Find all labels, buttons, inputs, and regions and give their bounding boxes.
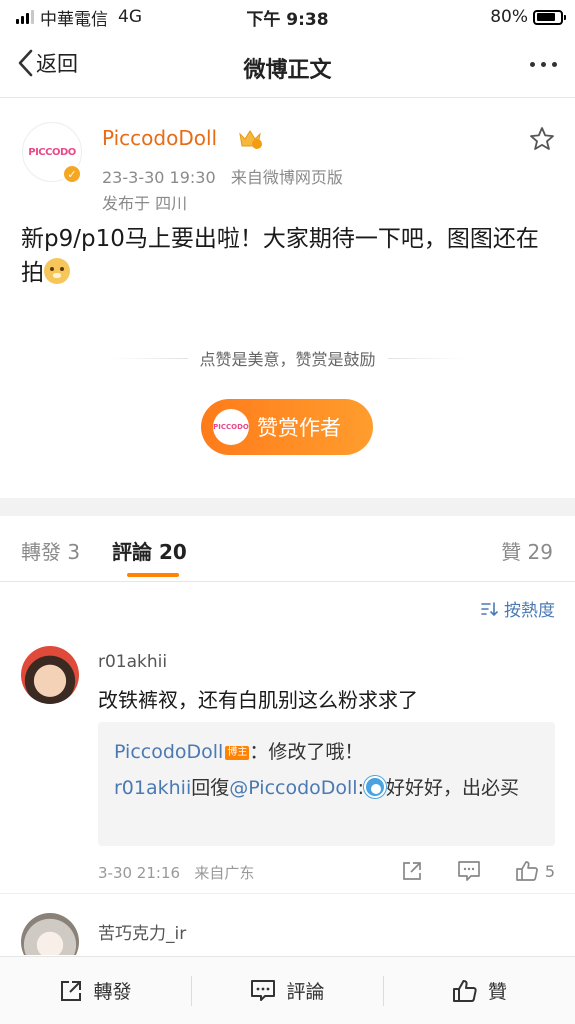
engagement-tabs: 轉發 3 評論 20 贊 29: [0, 516, 575, 582]
commenter-name[interactable]: 苦巧克力_ir: [98, 919, 186, 944]
author-name[interactable]: PiccodoDoll: [102, 126, 217, 150]
post-meta: 23-3-30 19:30 来自微博网页版: [102, 164, 343, 188]
comment-item: r01akhii 改铁裤衩，还有白肌别这么粉求求了 PiccodoDoll 博主：…: [0, 632, 575, 894]
comment-like-button[interactable]: 5: [515, 860, 555, 882]
bottom-action-bar: 轉發 評論 贊: [0, 956, 575, 1024]
reward-button-label: 赞赏作者: [257, 416, 341, 440]
comment-label: 評論: [286, 981, 325, 1003]
comment-reply-button[interactable]: [457, 860, 481, 882]
reply-author[interactable]: PiccodoDoll: [114, 741, 223, 763]
reward-tagline: 点赞是美意，赞赏是鼓励: [110, 346, 466, 370]
tab-reposts-label: 轉發: [21, 540, 61, 564]
commenter-avatar[interactable]: [21, 646, 79, 704]
comment-button[interactable]: 評論: [192, 957, 383, 1024]
network-type: 4G: [118, 7, 142, 27]
post-source: 来自微博网页版: [230, 168, 343, 187]
like-label: 贊: [487, 981, 507, 1003]
active-tab-indicator: [127, 573, 179, 577]
comment-meta: 3-30 21:16 来自广东: [98, 862, 254, 883]
comment-actions: 5: [401, 860, 555, 882]
comment-icon: [457, 861, 480, 881]
reply-line-1: PiccodoDoll 博主 ：修改了哦！: [114, 734, 539, 770]
comment-text: 改铁裤衩，还有白肌别这么粉求求了: [98, 688, 418, 712]
status-bar: 中華電信 4G 下午 9:38 80%: [0, 0, 575, 34]
tab-likes[interactable]: 贊 29: [501, 536, 553, 565]
battery-icon: [533, 9, 566, 25]
post-body: 新p9/p10马上要出啦！大家期待一下吧，图图还在拍: [21, 222, 551, 290]
verified-badge-icon: ✓: [62, 164, 82, 184]
favorite-star-button[interactable]: [529, 126, 555, 156]
back-label: 返回: [36, 52, 78, 76]
tab-likes-label: 贊: [501, 540, 522, 564]
post-timestamp: 23-3-30 19:30: [102, 168, 216, 187]
sort-by-hotness-button[interactable]: 按熱度: [480, 596, 555, 621]
comment-item: 苦巧克力_ir: [0, 895, 575, 955]
thread-text: 好好好，出必买: [386, 777, 520, 799]
post: PICCODO ✓ PiccodoDoll 23-3-30 19:30 来自微博…: [0, 98, 575, 498]
section-divider: [0, 498, 575, 516]
reward-tagline-text: 点赞是美意，赞赏是鼓励: [199, 350, 376, 369]
repost-button[interactable]: 轉發: [0, 957, 191, 1024]
reply-thread[interactable]: PiccodoDoll 博主 ：修改了哦！ r01akhii回復@PiccodoDo…: [98, 722, 555, 846]
reward-author-button[interactable]: PICCODO 赞赏作者: [201, 399, 373, 455]
share-icon: [402, 862, 421, 880]
carrier-name: 中華電信: [40, 9, 108, 30]
like-button[interactable]: 贊: [384, 957, 575, 1024]
battery-status: 80%: [490, 7, 566, 27]
post-text: 新p9/p10马上要出啦！大家期待一下吧，图图还在拍: [21, 226, 539, 286]
reward-avatar: PICCODO: [213, 409, 249, 445]
reply-line-2: r01akhii回復@PiccodoDoll: 好好好，出必买: [114, 776, 520, 799]
thread-mention[interactable]: @PiccodoDoll: [229, 777, 357, 799]
comment-share-button[interactable]: [401, 860, 423, 882]
page-title: 微博正文: [243, 58, 332, 83]
post-location: 发布于 四川: [102, 194, 188, 213]
thread-user[interactable]: r01akhii: [114, 777, 191, 799]
brand-logo: PICCODO: [28, 146, 76, 158]
host-badge: 博主: [225, 746, 250, 760]
doraemon-emoji-icon: [364, 776, 386, 798]
sort-icon: [481, 601, 498, 616]
thumbs-up-icon: [515, 861, 538, 881]
repost-icon: [61, 980, 82, 1001]
repost-label: 轉發: [93, 981, 132, 1003]
star-icon: [530, 127, 554, 150]
thread-verb: 回復: [191, 777, 230, 799]
chevron-left-icon: [18, 49, 33, 77]
battery-percent: 80%: [490, 7, 528, 27]
comment-time: 3-30 21:16: [98, 864, 181, 882]
tab-comments-label: 評論: [112, 540, 152, 564]
comment-source: 来自广东: [194, 864, 255, 882]
tab-comments[interactable]: 評論 20: [112, 536, 187, 565]
tab-reposts[interactable]: 轉發 3: [21, 536, 80, 565]
comment-like-count: 5: [544, 861, 555, 881]
tab-comments-count: 20: [158, 540, 187, 564]
more-options-button[interactable]: [530, 62, 557, 67]
commenter-avatar[interactable]: [21, 913, 79, 955]
signal-icon: [16, 10, 34, 24]
back-button[interactable]: 返回: [16, 48, 78, 78]
reply-text: ：修改了哦！: [249, 741, 364, 763]
thumbs-up-icon: [452, 979, 477, 1002]
tab-reposts-count: 3: [67, 540, 81, 564]
sort-label: 按熱度: [504, 601, 555, 621]
tab-likes-count: 29: [527, 540, 553, 564]
doge-emoji-icon: [44, 258, 70, 284]
nav-bar: 返回 微博正文: [0, 34, 575, 98]
vip-crown-icon: [239, 130, 262, 149]
comment-icon: [251, 979, 276, 1001]
commenter-name[interactable]: r01akhii: [98, 652, 167, 672]
